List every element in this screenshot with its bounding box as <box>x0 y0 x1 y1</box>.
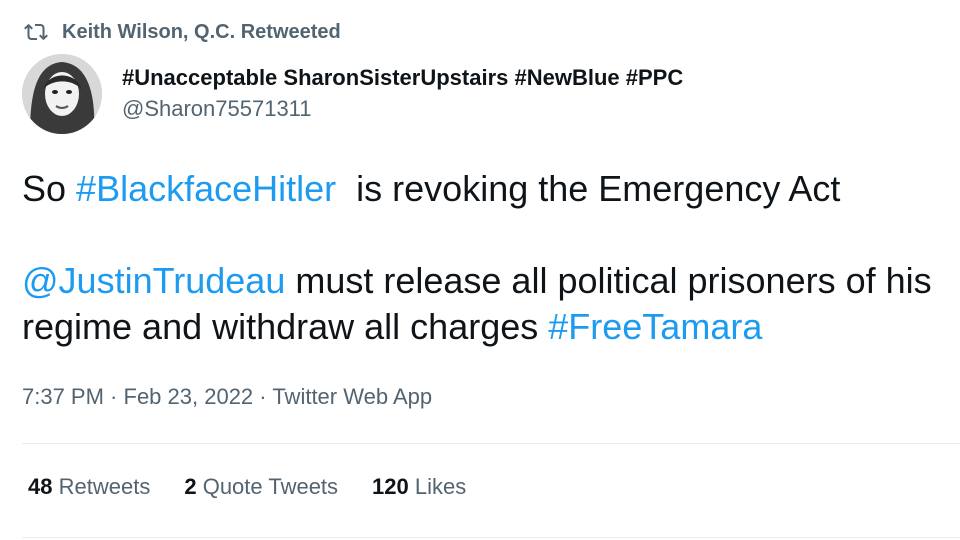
retweets-label: Retweets <box>58 474 151 499</box>
retweet-context-text: Keith Wilson, Q.C. Retweeted <box>62 20 341 43</box>
divider <box>22 443 960 444</box>
tweet-text: So #BlackfaceHitler is revoking the Emer… <box>22 166 952 350</box>
retweets-count: 48 <box>28 474 53 499</box>
retweet-context[interactable]: Keith Wilson, Q.C. Retweeted <box>24 18 341 46</box>
meta-separator: · <box>253 384 273 409</box>
tweet-date[interactable]: Feb 23, 2022 <box>124 384 254 409</box>
author-names: #Unacceptable SharonSisterUpstairs #NewB… <box>122 64 683 124</box>
quote-tweets-count: 2 <box>184 474 197 499</box>
tweet-detail: Keith Wilson, Q.C. Retweeted #Unacceptab… <box>0 0 960 540</box>
tweet-time[interactable]: 7:37 PM <box>22 384 104 409</box>
tweet-paragraph-2: @JustinTrudeau must release all politica… <box>22 258 952 350</box>
tweet-author: #Unacceptable SharonSisterUpstairs #NewB… <box>22 54 683 134</box>
retweets-stat[interactable]: 48 Retweets <box>28 474 150 500</box>
hashtag-link[interactable]: #FreeTamara <box>548 306 762 347</box>
likes-label: Likes <box>414 474 467 499</box>
likes-count: 120 <box>372 474 409 499</box>
quote-tweets-label: Quote Tweets <box>202 474 339 499</box>
engagement-stats: 48 Retweets 2 Quote Tweets 120 Likes <box>28 474 500 500</box>
author-handle[interactable]: @Sharon75571311 <box>122 94 683 124</box>
text-segment: is revoking the Emergency Act <box>336 168 841 209</box>
mention-link[interactable]: @JustinTrudeau <box>22 260 285 301</box>
tweet-source[interactable]: Twitter Web App <box>272 384 432 409</box>
avatar-image <box>22 54 102 134</box>
retweet-icon <box>24 23 48 41</box>
tweet-meta: 7:37 PM · Feb 23, 2022 · Twitter Web App <box>22 384 432 410</box>
avatar[interactable] <box>22 54 102 134</box>
tweet-paragraph-1: So #BlackfaceHitler is revoking the Emer… <box>22 166 952 212</box>
meta-separator: · <box>103 384 124 409</box>
text-segment: So <box>22 168 77 209</box>
quote-tweets-stat[interactable]: 2 Quote Tweets <box>184 474 338 500</box>
divider <box>22 537 960 538</box>
author-display-name[interactable]: #Unacceptable SharonSisterUpstairs #NewB… <box>122 64 683 92</box>
likes-stat[interactable]: 120 Likes <box>372 474 466 500</box>
hashtag-link[interactable]: #BlackfaceHitler <box>76 168 336 209</box>
